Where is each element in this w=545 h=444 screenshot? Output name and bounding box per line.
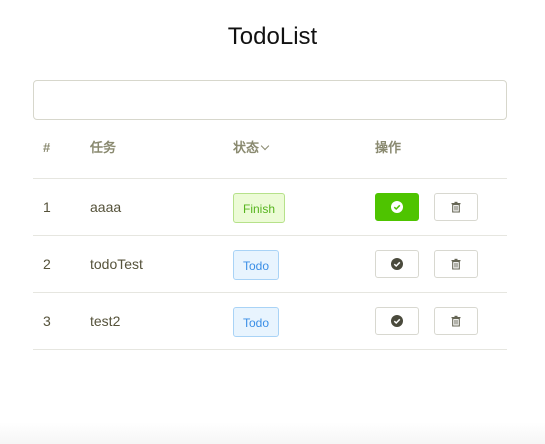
bottom-shade — [0, 422, 545, 444]
delete-button[interactable] — [434, 307, 478, 335]
check-circle-icon — [391, 315, 403, 327]
row-task: test2 — [90, 313, 121, 329]
row-task: aaaa — [90, 199, 122, 215]
check-circle-icon — [391, 201, 403, 213]
complete-button[interactable] — [375, 250, 419, 278]
table-row: 1 aaaa Finish — [33, 179, 507, 236]
table-row: 2 todoTest Todo — [33, 236, 507, 293]
status-badge: Finish — [233, 193, 286, 224]
delete-button[interactable] — [434, 250, 478, 278]
trash-icon — [451, 315, 461, 327]
row-index: 1 — [43, 199, 51, 215]
header-status-label: 状态 — [233, 140, 260, 155]
chevron-down-icon — [260, 141, 270, 151]
table-row: 3 test2 Todo — [33, 293, 507, 350]
complete-button[interactable] — [375, 307, 419, 335]
complete-button[interactable] — [375, 193, 419, 221]
header-status-sort[interactable]: 状态 — [233, 122, 270, 178]
row-index: 3 — [43, 313, 51, 329]
table-header: # 任务 状态 操作 — [33, 122, 507, 179]
header-index: # — [43, 140, 51, 155]
row-index: 2 — [43, 256, 51, 272]
trash-icon — [451, 201, 461, 213]
page-title: TodoList — [227, 23, 318, 50]
header-task: 任务 — [90, 140, 117, 155]
status-badge: Todo — [233, 250, 280, 281]
status-badge: Todo — [233, 307, 280, 338]
delete-button[interactable] — [434, 193, 478, 221]
row-task: todoTest — [90, 256, 143, 272]
todo-table: # 任务 状态 操作 1 aaaa Finish 2 todoTest Todo… — [33, 122, 507, 350]
header-actions: 操作 — [375, 140, 402, 155]
trash-icon — [451, 258, 461, 270]
check-circle-icon — [391, 258, 403, 270]
new-todo-input[interactable] — [33, 80, 507, 120]
